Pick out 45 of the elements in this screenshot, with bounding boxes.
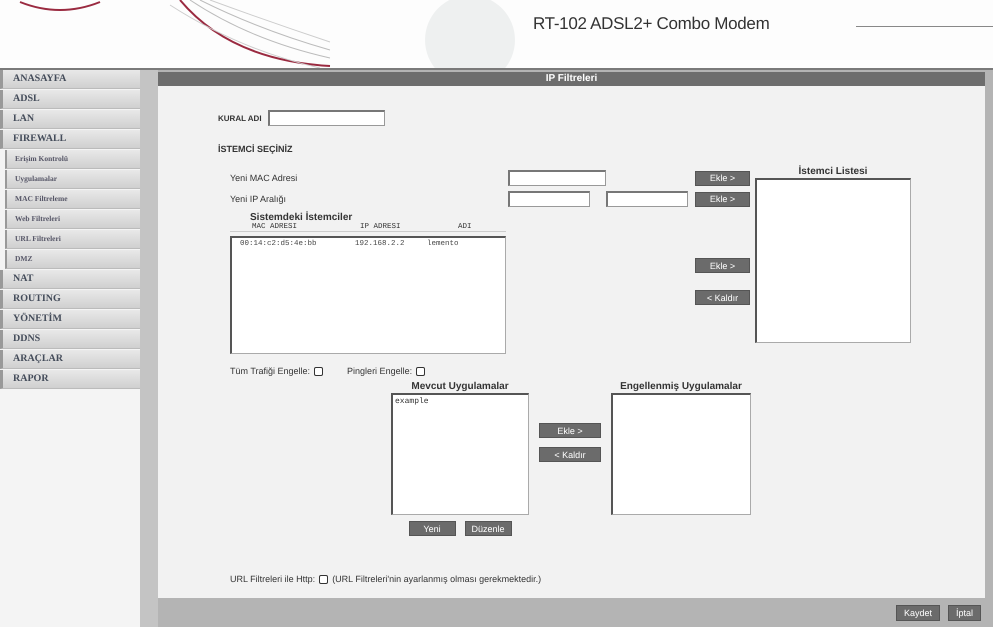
menu-item[interactable]: DDNS xyxy=(0,330,140,349)
mac-field[interactable] xyxy=(508,170,606,186)
option-label: URL Filtreleri ile Http: xyxy=(230,574,316,584)
ip-field[interactable] xyxy=(606,191,688,207)
list-title: Engellenmiş Uygulamalar xyxy=(620,381,742,392)
field-label: KURAL ADI xyxy=(218,114,262,122)
save-button[interactable]: Kaydet xyxy=(896,604,940,620)
option-label: Pingleri Engelle: xyxy=(347,366,412,376)
add-button[interactable]: Ekle > xyxy=(539,423,601,438)
add-button[interactable]: Ekle > xyxy=(695,170,750,186)
menu-item[interactable]: ROUTING xyxy=(0,290,140,309)
add-button[interactable]: Ekle > xyxy=(695,192,750,206)
application-list[interactable]: example xyxy=(391,393,529,515)
checkbox[interactable] xyxy=(314,366,324,376)
device-title: RT-102 ADSL2+ Combo Modem xyxy=(533,14,770,34)
menu-item[interactable]: ANASAYFA xyxy=(0,70,140,89)
list-item[interactable]: example xyxy=(393,395,528,406)
checkbox[interactable] xyxy=(416,366,426,376)
list-title: İstemci Listesi xyxy=(798,166,868,177)
menu-item[interactable]: LAN xyxy=(0,110,140,129)
list-title: Sistemdeki İstemciler xyxy=(250,212,354,223)
field-label: Yeni MAC Adresi xyxy=(230,173,298,183)
menu-item[interactable]: RAPOR xyxy=(0,370,140,389)
remove-button[interactable]: < Kaldır xyxy=(695,290,750,305)
rule-name-field[interactable] xyxy=(268,110,385,126)
new-button[interactable]: Yeni xyxy=(408,521,456,536)
checkbox[interactable] xyxy=(319,574,328,584)
hint-text: (URL Filtreleri'nin ayarlanmış olması gerekmektedir.) xyxy=(332,574,542,584)
menu-item[interactable]: YÖNETİM xyxy=(0,310,140,329)
field-label: Yeni IP Aralığı xyxy=(230,194,288,204)
menu-item[interactable]: FIREWALL xyxy=(0,130,140,149)
option-label: Tüm Trafiği Engelle: xyxy=(230,366,310,376)
list-title: Mevcut Uygulamalar xyxy=(411,381,509,392)
page-title: IP Filtreleri xyxy=(158,72,985,86)
ip-field[interactable] xyxy=(508,191,590,207)
menu-item[interactable]: ARAÇLAR xyxy=(0,350,140,369)
add-button[interactable]: Ekle > xyxy=(695,258,750,273)
menu-item[interactable]: NAT xyxy=(0,270,140,289)
edit-button[interactable]: Düzenle xyxy=(464,521,512,536)
remove-button[interactable]: < Kaldır xyxy=(539,447,601,462)
section-title: İSTEMCİ SEÇİNİZ xyxy=(218,144,294,154)
client-list[interactable] xyxy=(755,178,911,343)
menu-item[interactable]: ADSL xyxy=(0,90,140,109)
blocked-list[interactable] xyxy=(611,393,751,515)
cancel-button[interactable]: İptal xyxy=(948,604,981,620)
